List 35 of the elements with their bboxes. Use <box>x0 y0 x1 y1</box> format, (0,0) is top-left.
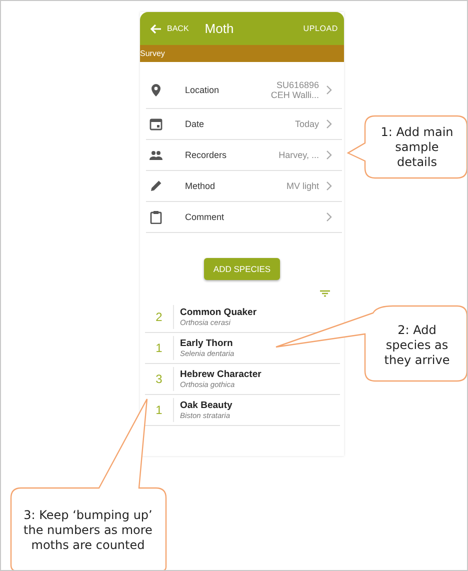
calendar-icon <box>150 118 162 130</box>
detail-row[interactable]: Date Today <box>146 109 342 140</box>
detail-label: Recorders <box>185 150 228 160</box>
species-name: Oak Beauty <box>180 400 232 411</box>
chevron-right-icon <box>326 212 332 222</box>
screen-title: Moth <box>204 21 235 36</box>
chevron-right-icon <box>326 85 332 95</box>
detail-value: Harvey, ... <box>278 150 319 160</box>
callout-text: 2: Add species as they arrive <box>383 322 451 368</box>
detail-value: MV light <box>286 180 319 192</box>
back-arrow-icon <box>150 24 162 34</box>
detail-row[interactable]: Location SU616896 CEH Walli... <box>146 72 342 109</box>
detail-label: Location <box>185 85 220 95</box>
survey-label: Survey <box>140 49 165 58</box>
callout-text: 1: Add main sample details <box>380 124 454 170</box>
chevron-right-icon <box>326 150 332 160</box>
detail-row[interactable]: Recorders Harvey, ... <box>146 140 342 171</box>
detail-label: Method <box>185 181 216 191</box>
species-name: Hebrew Character <box>180 369 262 380</box>
chevron-right-icon <box>326 119 332 129</box>
detail-label: Date <box>185 119 206 129</box>
detail-value: SU616896 CEH Walli... <box>270 80 319 100</box>
detail-row[interactable]: Method MV light <box>146 171 342 202</box>
detail-label: Comment <box>185 212 226 222</box>
species-name: Common Quaker <box>180 307 257 318</box>
clipboard-icon <box>150 211 162 224</box>
callout-text: 3: Keep ‘bumping up’ the numbers as more moths are counted <box>23 508 153 552</box>
people-icon <box>150 151 162 160</box>
detail-value: Today <box>294 118 319 130</box>
filter-icon[interactable] <box>320 290 330 297</box>
location-pin-icon <box>152 84 160 96</box>
detail-row[interactable]: Comment <box>146 202 342 233</box>
species-name: Early Thorn <box>180 338 234 349</box>
pencil-icon <box>151 180 162 191</box>
chevron-right-icon <box>326 181 332 191</box>
